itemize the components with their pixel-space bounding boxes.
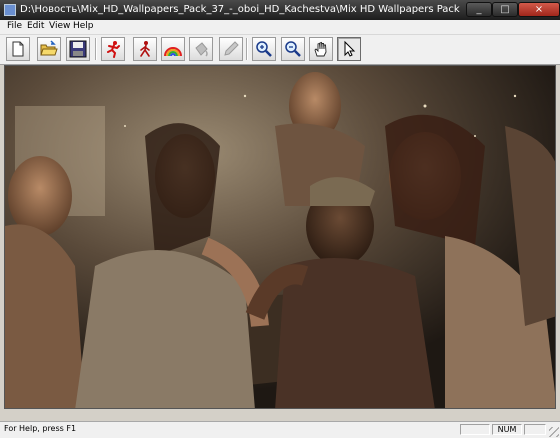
close-button[interactable]: × [518, 2, 560, 17]
rainbow-icon [164, 47, 182, 57]
minimize-button[interactable]: _ [466, 2, 492, 17]
status-pane-empty [524, 424, 546, 435]
menu-edit[interactable]: Edit [24, 21, 47, 31]
title-bar[interactable]: D:\Новость\Mix_HD_Wallpapers_Pack_37_-_o… [0, 0, 560, 20]
hand-pan-icon [314, 41, 327, 57]
run-man-icon [107, 41, 120, 58]
status-help-text: For Help, press F1 [4, 424, 77, 433]
walk-man-icon [140, 41, 150, 57]
image-viewport[interactable] [4, 65, 556, 409]
wallpaper-photo [5, 66, 555, 408]
fill-button[interactable] [189, 37, 213, 61]
draw-button[interactable] [219, 37, 243, 61]
paint-bucket-icon [195, 42, 208, 57]
resize-grip[interactable] [549, 427, 559, 437]
pointer-arrow-icon [344, 40, 356, 57]
new-icon [12, 41, 24, 57]
pencil-icon [224, 41, 239, 56]
maximize-button[interactable]: □ [492, 2, 518, 17]
zoom-in-icon [256, 41, 272, 57]
run-button[interactable] [101, 37, 125, 61]
open-folder-icon [40, 40, 58, 56]
zoom-out-button[interactable] [281, 37, 305, 61]
toolbar-separator [246, 38, 248, 60]
window-title: D:\Новость\Mix_HD_Wallpapers_Pack_37_-_o… [20, 4, 460, 15]
zoom-in-button[interactable] [252, 37, 276, 61]
save-icon [69, 40, 87, 58]
app-window: D:\Новость\Mix_HD_Wallpapers_Pack_37_-_o… [0, 0, 560, 438]
status-bar: For Help, press F1 NUM [0, 421, 560, 438]
select-button[interactable] [337, 37, 361, 61]
menu-help[interactable]: Help [70, 21, 97, 31]
save-button[interactable] [66, 37, 90, 61]
new-button[interactable] [6, 37, 30, 61]
zoom-out-icon [285, 41, 301, 57]
app-icon[interactable] [4, 4, 16, 16]
toolbar-separator [95, 38, 97, 60]
colors-button[interactable] [161, 37, 185, 61]
pan-button[interactable] [309, 37, 333, 61]
num-lock-indicator: NUM [492, 424, 522, 435]
status-pane-empty [460, 424, 490, 435]
menu-bar: File Edit View Help [0, 20, 560, 35]
walk-button[interactable] [133, 37, 157, 61]
menu-file[interactable]: File [4, 21, 25, 31]
toolbar [0, 35, 560, 65]
open-button[interactable] [37, 37, 61, 61]
